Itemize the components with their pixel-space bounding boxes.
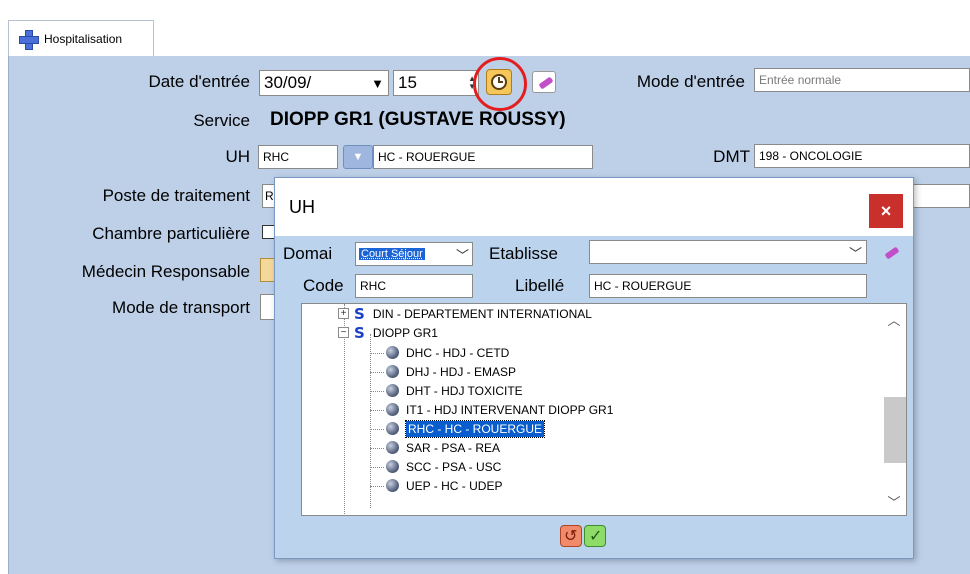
- tab-label: Hospitalisation: [44, 32, 123, 46]
- tree-node-label: DIOPP GR1: [372, 325, 438, 340]
- chevron-up-icon[interactable]: ︿: [881, 309, 906, 329]
- poste-traitement-label: Poste de traitement: [102, 186, 250, 205]
- chevron-down-icon[interactable]: ▼: [371, 76, 384, 91]
- tree-node-dht[interactable]: DHT - HDJ TOXICITE: [386, 381, 523, 400]
- tree-line: [370, 353, 384, 354]
- unit-ball-icon: [386, 422, 399, 435]
- highlight-circle: [473, 57, 527, 111]
- tree-node-label: DHJ - HDJ - EMASP: [406, 364, 517, 379]
- uh-dialog: UH × Domai Court Séjour ﹀ Etablisse ﹀ Co…: [274, 177, 914, 559]
- tree-node-label: UEP - HC - UDEP: [406, 478, 503, 493]
- uh-code-field[interactable]: RHC: [258, 145, 338, 169]
- tree-line: [370, 467, 384, 468]
- tree-node-label-selected: RHC - HC - ROUERGUE: [405, 419, 545, 438]
- expand-icon[interactable]: +: [338, 308, 349, 319]
- unit-ball-icon: [386, 365, 399, 378]
- etablissement-select[interactable]: ﹀: [589, 240, 867, 264]
- s-group-icon: S: [354, 323, 365, 342]
- hour-stepper[interactable]: 15 ▲ ▼: [393, 70, 479, 96]
- date-entree-value: 30/09/: [264, 73, 312, 92]
- tree-node-label: SAR - PSA - REA: [406, 440, 501, 455]
- dmt-field[interactable]: 198 - ONCOLOGIE: [754, 144, 970, 168]
- eraser-icon[interactable]: [879, 242, 903, 264]
- tree-node-diopp[interactable]: − S DIOPP GR1: [338, 323, 438, 342]
- service-value: DIOPP GR1 (GUSTAVE ROUSSY): [270, 109, 566, 130]
- tree-scrollbar[interactable]: ︿ ﹀: [881, 305, 906, 515]
- unit-ball-icon: [386, 346, 399, 359]
- tree-node-label: DHT - HDJ TOXICITE: [406, 383, 523, 398]
- chevron-down-icon: ﹀: [455, 247, 469, 263]
- uh-tree[interactable]: + S DIN - DEPARTEMENT INTERNATIONAL − S …: [301, 303, 907, 516]
- tree-node-scc[interactable]: SCC - PSA - USC: [386, 457, 501, 476]
- tree-line: [370, 391, 384, 392]
- tree-line: [370, 448, 384, 449]
- unit-ball-icon: [386, 403, 399, 416]
- domaine-label: Domai: [283, 244, 333, 263]
- chevron-down-icon: ﹀: [848, 245, 862, 261]
- unit-ball-icon: [386, 479, 399, 492]
- tree-line: [370, 486, 384, 487]
- scrollbar-thumb[interactable]: [884, 397, 906, 463]
- code-field[interactable]: RHC: [355, 274, 473, 298]
- tree-node-dhj[interactable]: DHJ - HDJ - EMASP: [386, 362, 516, 381]
- dialog-header: [275, 178, 913, 236]
- code-label: Code: [303, 276, 344, 295]
- s-group-icon: S: [354, 304, 365, 323]
- etablissement-label: Etablisse: [489, 244, 558, 263]
- hour-value: 15: [398, 73, 417, 92]
- chambre-particuliere-label: Chambre particulière: [92, 224, 250, 243]
- tab-hospitalisation[interactable]: Hospitalisation: [8, 20, 154, 57]
- poste-traitement-extra-field[interactable]: [910, 184, 970, 208]
- tree-node-it1[interactable]: IT1 - HDJ INTERVENANT DIOPP GR1: [386, 400, 613, 419]
- ok-button[interactable]: [584, 525, 606, 547]
- tree-node-label: DHC - HDJ - CETD: [406, 345, 510, 360]
- close-button[interactable]: ×: [869, 194, 903, 228]
- tree-line: [370, 429, 384, 430]
- medical-cross-icon: [19, 30, 39, 50]
- tree-line: [370, 372, 384, 373]
- libelle-field[interactable]: HC - ROUERGUE: [589, 274, 867, 298]
- service-label: Service: [193, 111, 250, 130]
- libelle-label: Libellé: [515, 276, 565, 295]
- unit-ball-icon: [386, 384, 399, 397]
- uh-dropdown-button[interactable]: ▼: [343, 145, 373, 169]
- uh-name-field[interactable]: HC - ROUERGUE: [373, 145, 593, 169]
- dropdown-icon: ▼: [352, 151, 364, 163]
- tree-node-label: SCC - PSA - USC: [406, 459, 502, 474]
- dialog-title: UH: [289, 197, 315, 217]
- tree-line: [370, 334, 371, 508]
- medecin-responsable-label: Médecin Responsable: [81, 262, 250, 281]
- collapse-icon[interactable]: −: [338, 327, 349, 338]
- date-entree-field[interactable]: 30/09/ ▼: [259, 70, 389, 96]
- uh-label: UH: [225, 147, 250, 166]
- tree-node-dhc[interactable]: DHC - HDJ - CETD: [386, 343, 509, 362]
- tree-node-sar[interactable]: SAR - PSA - REA: [386, 438, 500, 457]
- unit-ball-icon: [386, 460, 399, 473]
- tree-line: [370, 410, 384, 411]
- cancel-button[interactable]: [560, 525, 582, 547]
- close-icon: ×: [880, 200, 892, 221]
- tree-node-label: DIN - DEPARTEMENT INTERNATIONAL: [372, 306, 592, 321]
- tree-node-label: IT1 - HDJ INTERVENANT DIOPP GR1: [406, 402, 614, 417]
- unit-ball-icon: [386, 441, 399, 454]
- mode-transport-label: Mode de transport: [112, 298, 250, 317]
- tree-node-din[interactable]: + S DIN - DEPARTEMENT INTERNATIONAL: [338, 304, 592, 323]
- date-entree-label: Date d'entrée: [148, 72, 250, 91]
- mode-entree-field[interactable]: Entrée normale: [754, 68, 970, 92]
- eraser-icon[interactable]: [532, 71, 556, 93]
- tree-node-uep[interactable]: UEP - HC - UDEP: [386, 476, 502, 495]
- mode-entree-label: Mode d'entrée: [636, 72, 745, 91]
- dmt-label: DMT: [713, 147, 750, 166]
- domaine-select[interactable]: Court Séjour ﹀: [355, 242, 473, 266]
- tree-node-rhc[interactable]: RHC - HC - ROUERGUE: [386, 419, 545, 438]
- domaine-value: Court Séjour: [359, 248, 425, 260]
- chevron-down-icon[interactable]: ﹀: [881, 491, 906, 511]
